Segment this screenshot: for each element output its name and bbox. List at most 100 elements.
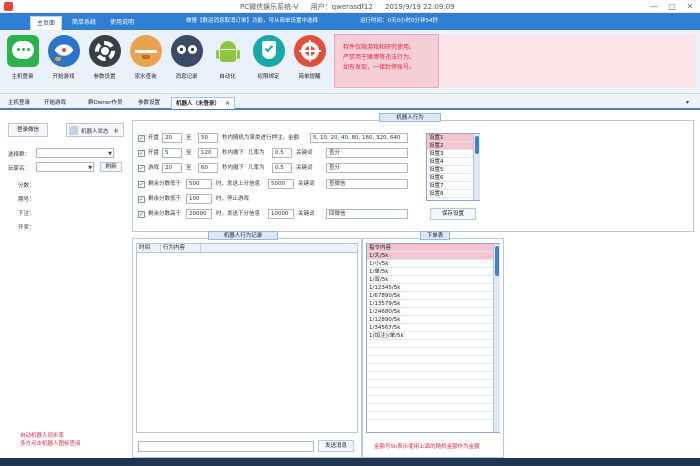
tab-simple-system[interactable]: 简单系统 <box>66 16 102 30</box>
checkbox-row1[interactable]: ✓ <box>138 135 145 142</box>
list-item[interactable]: 设置1 <box>427 134 479 142</box>
toggle-knob <box>69 126 78 135</box>
row1-max-input[interactable]: 50 <box>198 133 218 143</box>
maximize-button[interactable]: □ <box>664 1 680 12</box>
pinwheel-icon <box>293 35 326 67</box>
close-button[interactable]: ✕ <box>682 1 698 12</box>
list-item[interactable] <box>367 340 499 348</box>
list-item[interactable]: 1(加注)/单/5k <box>367 332 499 340</box>
list-item[interactable] <box>367 380 499 388</box>
bet-command-list[interactable]: 指令内容 1/大/5k 1/小/5k 1/单/5k 1/双/5k 1/12345… <box>366 243 500 433</box>
row6-amount-input[interactable]: 10000 <box>268 209 294 219</box>
member-select[interactable]: ▼ <box>36 162 94 172</box>
robot-status-toggle[interactable]: 机器人状态 卡 <box>66 123 124 137</box>
row3-keyword-input[interactable]: 查分 <box>326 163 408 173</box>
list-scrollbar[interactable] <box>473 134 480 200</box>
list-item[interactable]: 设置4 <box>427 158 479 166</box>
row2-ratio-input[interactable]: 0.5 <box>272 148 292 158</box>
row2-keyword-input[interactable]: 查分 <box>326 148 408 158</box>
bet-list-scrollbar[interactable] <box>493 244 500 432</box>
ribbon-message-log[interactable]: 消息记录 <box>166 33 207 91</box>
row2-max-input[interactable]: 120 <box>198 148 218 158</box>
tab-manual[interactable]: 使用说明 <box>104 16 140 30</box>
list-item[interactable]: 1/双/5k <box>367 276 499 284</box>
list-item[interactable]: 1/24680/5k <box>367 308 499 316</box>
checkbox-row6[interactable]: ✓ <box>138 211 145 218</box>
row3-max-input[interactable]: 60 <box>198 163 218 173</box>
tab-home[interactable]: 主页面 <box>30 16 63 30</box>
ribbon-login[interactable]: 主机登录 <box>2 33 43 91</box>
row6-keyword-input[interactable]: 回微信 <box>326 209 408 219</box>
send-message-button[interactable]: 发送消息 <box>318 440 354 452</box>
list-item[interactable] <box>367 348 499 356</box>
close-icon[interactable]: × <box>225 100 230 107</box>
list-item[interactable] <box>367 356 499 364</box>
list-item[interactable]: 1/34567/5k <box>367 324 499 332</box>
list-item[interactable] <box>367 388 499 396</box>
row3-ratio-input[interactable]: 0.5 <box>272 163 292 173</box>
checkbox-row4[interactable]: ✓ <box>138 181 145 188</box>
list-item[interactable] <box>367 396 499 404</box>
list-item[interactable]: 设置2 <box>427 142 479 150</box>
row6-threshold-input[interactable]: 20000 <box>186 209 212 219</box>
ribbon-permission[interactable]: 权限绑定 <box>248 33 289 91</box>
subtab-start-game[interactable]: 开始游戏 <box>40 97 70 109</box>
row4-keyword-input[interactable]: 查微信 <box>326 179 408 189</box>
ribbon-label: 消息记录 <box>175 74 198 80</box>
list-item[interactable]: 1/小/5k <box>367 260 499 268</box>
col-time[interactable]: 时间 <box>137 244 161 253</box>
list-item[interactable]: 设置7 <box>427 182 479 190</box>
row4-amount-input[interactable]: 5000 <box>268 179 294 189</box>
scroll-thumb[interactable] <box>475 136 479 154</box>
subtab-host-login[interactable]: 主机登录 <box>4 97 34 109</box>
list-item[interactable]: 设置3 <box>427 150 479 158</box>
subtab-robot[interactable]: 机器人（未登录） × <box>171 97 235 109</box>
row1-min-input[interactable]: 20 <box>162 133 182 143</box>
list-item[interactable]: 1/12345/5k <box>367 284 499 292</box>
row6-label: 剩余分数高于 <box>148 211 182 217</box>
message-input[interactable] <box>138 441 314 452</box>
ribbon-params[interactable]: 参数设置 <box>84 33 125 91</box>
robot-config-list[interactable]: 设置1 设置2 设置3 设置4 设置5 设置6 设置7 设置8 <box>426 133 480 201</box>
list-item[interactable] <box>367 404 499 412</box>
checkbox-row5[interactable]: ✓ <box>138 196 145 203</box>
row3-text: 秒内撤下 <box>222 165 245 171</box>
list-item[interactable] <box>367 412 499 420</box>
row4-threshold-input[interactable]: 500 <box>186 179 212 189</box>
list-item[interactable]: 设置5 <box>427 166 479 174</box>
list-item[interactable]: 1/12890/5k <box>367 316 499 324</box>
row5-threshold-input[interactable]: 100 <box>186 194 212 204</box>
row3-text2: 几率为 <box>248 165 265 171</box>
col-content[interactable]: 行为内容 <box>161 244 201 253</box>
list-item[interactable]: 1/67890/5k <box>367 292 499 300</box>
ribbon-reminder[interactable]: 简单提醒 <box>289 33 330 91</box>
chevron-down-icon[interactable]: ▾ <box>686 99 689 106</box>
ribbon-automation[interactable]: 自动化 <box>207 33 248 91</box>
list-item[interactable]: 设置8 <box>427 190 479 198</box>
ribbon-start-game[interactable]: 开始游戏 <box>43 33 84 91</box>
bear-icon <box>129 35 162 67</box>
row1-amounts-input[interactable]: 5, 10, 20, 40, 80, 160, 320, 640 <box>310 133 408 143</box>
row3-min-input[interactable]: 20 <box>162 163 182 173</box>
refresh-button[interactable]: 刷新 <box>100 162 122 172</box>
ribbon-flow-query[interactable]: 流水查询 <box>125 33 166 91</box>
checkbox-row3[interactable]: ✓ <box>138 165 145 172</box>
list-item[interactable]: 设置6 <box>427 174 479 182</box>
subtab-params[interactable]: 参数设置 <box>134 97 164 109</box>
list-item[interactable]: 1/13579/5k <box>367 300 499 308</box>
checkbox-row2[interactable]: ✓ <box>138 150 145 157</box>
records-grid[interactable]: 时间 行为内容 <box>136 243 358 433</box>
stat-period: 期号： <box>18 197 35 203</box>
list-item[interactable]: 1/大/5k <box>367 252 499 260</box>
login-wechat-button[interactable]: 登录微信 <box>8 123 48 137</box>
list-item[interactable] <box>367 372 499 380</box>
save-settings-button[interactable]: 保存设置 <box>430 208 476 220</box>
group-select[interactable]: ▼ <box>36 148 114 158</box>
row2-min-input[interactable]: 5 <box>162 148 182 158</box>
scroll-thumb[interactable] <box>495 246 499 276</box>
minimize-button[interactable]: — <box>646 1 662 12</box>
subtab-group-owner[interactable]: 群Owner作员 <box>84 97 126 109</box>
row2-text3: 关键词 <box>296 150 313 156</box>
list-item[interactable] <box>367 364 499 372</box>
list-item[interactable]: 1/单/5k <box>367 268 499 276</box>
